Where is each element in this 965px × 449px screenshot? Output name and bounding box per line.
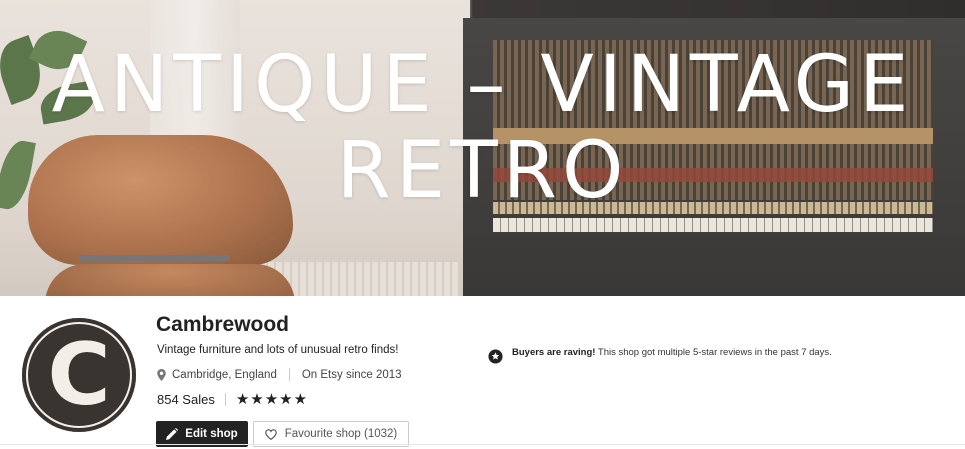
shop-name: Cambrewood — [156, 313, 290, 336]
heart-icon — [264, 428, 277, 440]
banner-title-line2: RETRO — [336, 126, 629, 216]
meta-divider — [288, 368, 290, 381]
section-divider — [0, 444, 965, 445]
shop-meta: Cambridge, England On Etsy since 2013 — [157, 368, 402, 381]
shop-banner: ANTIQUE – VINTAGE RETRO — [0, 0, 965, 296]
raving-text: Buyers are raving! This shop got multipl… — [512, 345, 832, 364]
buyers-raving-notice: Buyers are raving! This shop got multipl… — [488, 345, 858, 364]
shop-tagline: Vintage furniture and lots of unusual re… — [157, 344, 399, 356]
shop-location[interactable]: Cambridge, England — [172, 369, 277, 381]
favourite-shop-label: Favourite shop (1032) — [284, 428, 398, 440]
shop-logo-letter: C — [47, 325, 111, 425]
sales-divider — [224, 392, 226, 406]
star-badge-icon — [488, 349, 503, 364]
banner-title-line1: ANTIQUE – VINTAGE — [51, 40, 914, 130]
banner-title: ANTIQUE – VINTAGE RETRO — [0, 42, 965, 214]
shop-logo[interactable]: C — [22, 318, 136, 432]
pencil-icon — [166, 428, 179, 440]
sales-row: 854 Sales ★★★★★ — [157, 390, 308, 408]
pin-icon — [157, 368, 166, 381]
edit-shop-label: Edit shop — [185, 428, 238, 440]
raving-body: This shop got multiple 5-star reviews in… — [595, 347, 832, 358]
shop-since: On Etsy since 2013 — [301, 368, 402, 381]
shop-rating-stars[interactable]: ★★★★★ — [236, 390, 308, 408]
raving-heading: Buyers are raving! — [512, 347, 596, 358]
shop-sales[interactable]: 854 Sales — [157, 392, 215, 407]
